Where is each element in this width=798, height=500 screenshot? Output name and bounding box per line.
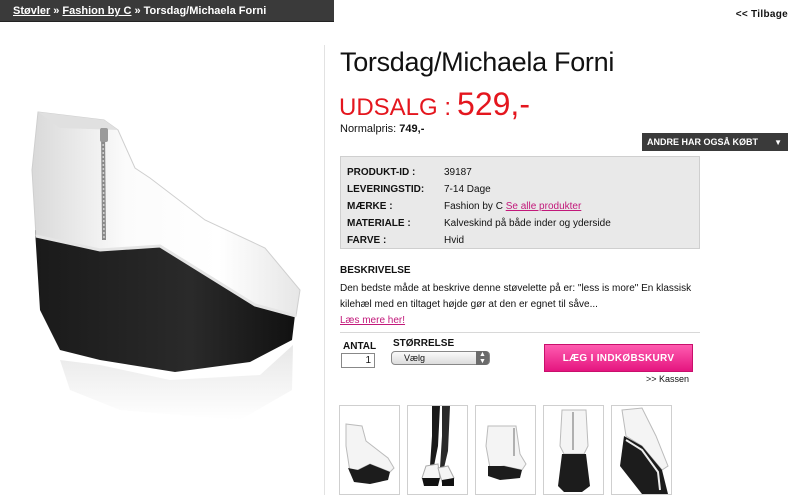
breadcrumb-separator: » xyxy=(53,5,60,17)
section-divider xyxy=(340,332,700,333)
spec-value: Fashion by C Se alle produkter xyxy=(444,198,611,215)
add-to-cart-button[interactable]: LÆG I INDKØBSKURV xyxy=(544,344,693,372)
thumbnail-boot-rear[interactable] xyxy=(543,405,604,495)
spec-key: PRODUKT-ID : xyxy=(347,167,416,178)
thumbnail-boot-front[interactable] xyxy=(475,405,536,495)
description: Den bedste måde at beskrive denne støvel… xyxy=(340,281,696,329)
boot-worn-thumb-icon xyxy=(421,406,455,486)
breadcrumb-separator: » xyxy=(134,5,141,17)
see-all-products-link[interactable]: Se alle produkter xyxy=(506,201,582,212)
boot-image xyxy=(31,111,301,420)
spec-key: MÆRKE : xyxy=(347,201,393,212)
spec-value: Hvid xyxy=(444,235,465,246)
thumbnail-boot-worn[interactable] xyxy=(407,405,468,495)
specs-table: PRODUKT-ID : 39187 LEVERINGSTID: 7-14 Dage… xyxy=(347,164,611,249)
quantity-input[interactable]: 1 xyxy=(341,353,375,368)
size-selected-value: Vælg xyxy=(404,353,426,363)
product-title: Torsdag/Michaela Forni xyxy=(340,47,615,77)
description-text: Den bedste måde at beskrive denne støvel… xyxy=(340,283,692,310)
product-specs: PRODUKT-ID : 39187 LEVERINGSTID: 7-14 Dage… xyxy=(340,156,700,249)
normal-price-label: Normalpris: xyxy=(340,123,397,135)
spec-row-brand: MÆRKE : Fashion by C Se alle produkter xyxy=(347,198,611,215)
quantity-label: ANTAL xyxy=(343,341,377,352)
caret-down-icon: ▼ xyxy=(774,138,782,147)
spec-key: FARVE : xyxy=(347,235,387,246)
read-more-link[interactable]: Læs mere her! xyxy=(340,315,405,326)
select-arrows-icon: ▲ ▼ xyxy=(476,351,489,365)
breadcrumb-link-stovler[interactable]: Støvler xyxy=(13,5,50,17)
boot-front-thumb-icon xyxy=(485,425,527,480)
product-main-image[interactable] xyxy=(0,90,322,495)
description-heading: BESKRIVELSE xyxy=(340,265,411,276)
boot-sole-thumb-icon xyxy=(620,407,669,494)
normal-price: Normalpris: 749,- xyxy=(340,123,424,135)
spec-key: MATERIALE : xyxy=(347,218,411,229)
size-label: STØRRELSE xyxy=(393,338,455,349)
spec-value: 39187 xyxy=(444,167,472,178)
brand-name: Fashion by C xyxy=(444,201,503,212)
spec-value: Kalveskind på både inder og yderside xyxy=(444,218,611,229)
size-select[interactable]: Vælg ▲ ▼ xyxy=(391,351,490,365)
checkout-link[interactable]: >> Kassen xyxy=(646,374,689,384)
sale-label: UDSALG : xyxy=(339,94,452,121)
spec-value: 7-14 Dage xyxy=(444,184,491,195)
boot-rear-thumb-icon xyxy=(558,409,590,492)
back-link[interactable]: << Tilbage xyxy=(736,9,788,20)
boot-side-thumb-icon xyxy=(345,423,395,484)
thumbnail-boot-sole[interactable] xyxy=(611,405,672,495)
spec-row-color: FARVE : Hvid xyxy=(347,232,611,249)
column-divider xyxy=(324,45,325,495)
also-bought-label: ANDRE HAR OGSÅ KØBT xyxy=(647,137,759,147)
sale-price-block: UDSALG :529,- xyxy=(339,86,530,123)
spec-row-delivery: LEVERINGSTID: 7-14 Dage xyxy=(347,181,611,198)
sale-price: 529,- xyxy=(457,86,530,122)
spec-row-material: MATERIALE : Kalveskind på både inder og y… xyxy=(347,215,611,232)
breadcrumb-current: Torsdag/Michaela Forni xyxy=(143,5,267,17)
also-bought-dropdown[interactable]: ANDRE HAR OGSÅ KØBT ▼ xyxy=(642,133,788,151)
spec-key: LEVERINGSTID: xyxy=(347,184,425,195)
breadcrumb-link-brand[interactable]: Fashion by C xyxy=(62,5,131,17)
thumbnail-boot-side[interactable] xyxy=(339,405,400,495)
normal-price-value: 749,- xyxy=(399,123,425,135)
spec-row-id: PRODUKT-ID : 39187 xyxy=(347,164,611,181)
breadcrumb: Støvler» Fashion by C» Torsdag/Michaela Fo… xyxy=(0,0,334,22)
